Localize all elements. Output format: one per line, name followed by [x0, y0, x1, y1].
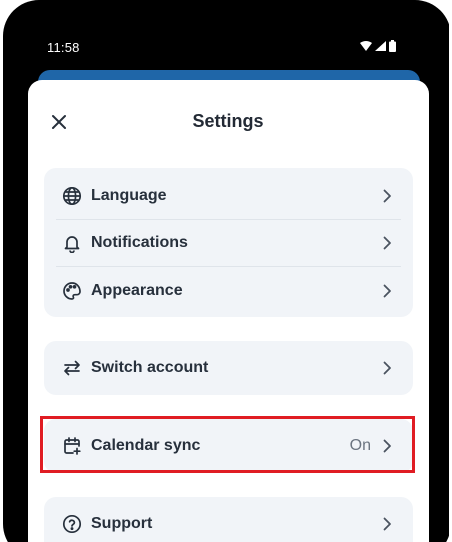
page-title: Settings [192, 111, 264, 131]
globe-icon [61, 185, 83, 207]
calendar-sync-status: On [349, 437, 371, 454]
settings-item-support[interactable]: Support [44, 500, 413, 542]
chevron-right-icon [381, 438, 393, 454]
chevron-right-icon [381, 283, 393, 299]
status-bar: 11:58 [0, 0, 452, 70]
settings-item-notifications[interactable]: Notifications [44, 219, 413, 267]
calendar-add-icon [61, 435, 83, 457]
general-settings-group: Language Notifications Appearance [44, 168, 413, 317]
chevron-right-icon [381, 360, 393, 376]
settings-item-language[interactable]: Language [44, 172, 413, 220]
settings-item-label: Appearance [91, 282, 183, 299]
help-circle-icon [61, 513, 83, 535]
cellular-signal-icon [375, 41, 386, 51]
bell-icon [61, 232, 83, 254]
chevron-right-icon [381, 188, 393, 204]
battery-icon [389, 40, 396, 52]
settings-item-label: Notifications [91, 234, 188, 251]
swap-arrows-icon [61, 357, 83, 379]
chevron-right-icon [381, 516, 393, 532]
settings-item-calendar-sync[interactable]: Calendar sync On [44, 422, 413, 470]
settings-item-label: Language [91, 187, 167, 204]
help-settings-group: Support [44, 497, 413, 542]
settings-item-label: Calendar sync [91, 437, 201, 454]
settings-item-appearance[interactable]: Appearance [44, 267, 413, 315]
settings-item-label: Switch account [91, 359, 209, 376]
palette-icon [61, 280, 83, 302]
calendar-settings-group: Calendar sync On [44, 419, 413, 473]
settings-item-label: Support [91, 515, 153, 532]
status-time: 11:58 [47, 40, 80, 55]
account-settings-group: Switch account [44, 341, 413, 395]
close-icon [52, 115, 66, 129]
wifi-icon [360, 41, 372, 51]
close-button[interactable] [46, 109, 72, 135]
settings-item-switch-account[interactable]: Switch account [44, 344, 413, 392]
chevron-right-icon [381, 235, 393, 251]
status-icons [360, 40, 396, 52]
